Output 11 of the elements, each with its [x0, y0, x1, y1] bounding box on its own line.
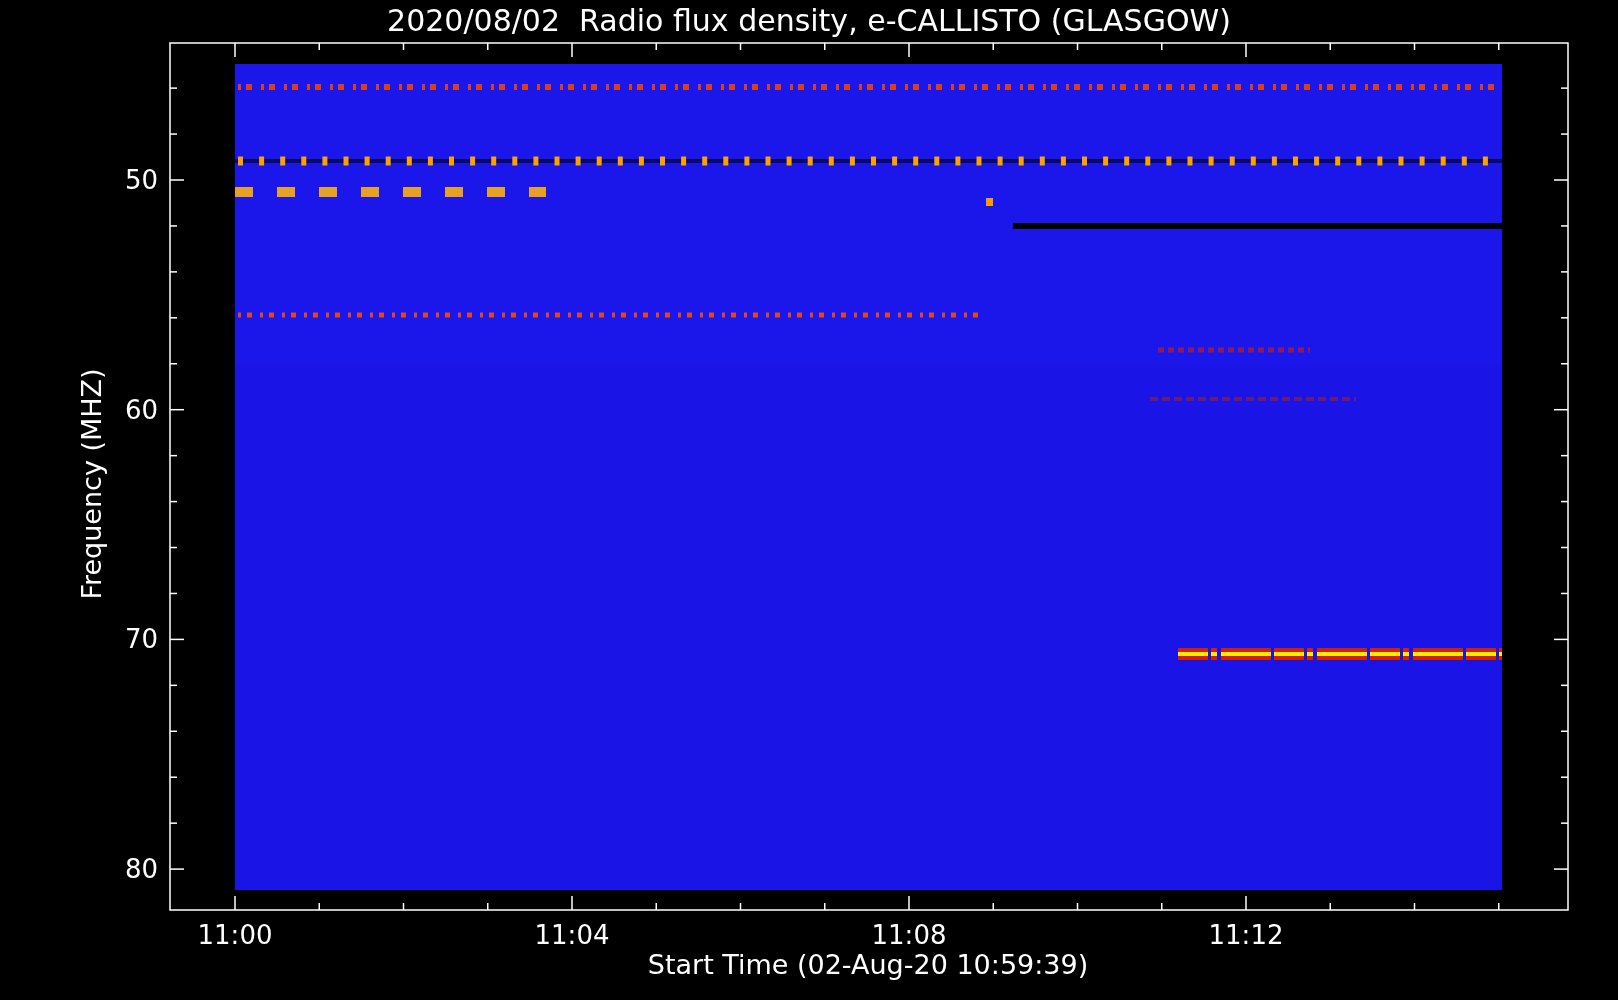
tick-label: 60: [124, 394, 158, 425]
tick-label: 11:12: [1208, 920, 1284, 950]
tick-label: 11:00: [197, 920, 273, 950]
tick-label: 11:04: [534, 920, 610, 950]
tick-label: 50: [124, 165, 158, 195]
tick-label: 70: [124, 624, 158, 655]
tick-label: 80: [124, 854, 158, 885]
axis-label: Start Time (02-Aug-20 10:59:39): [647, 949, 1089, 980]
axis-label: Frequency (MHZ): [76, 368, 107, 600]
tick-label: 11:08: [871, 920, 947, 950]
chart-title: 2020/08/02 Radio flux density, e-CALLISTO (GLASGOW): [387, 3, 1231, 38]
